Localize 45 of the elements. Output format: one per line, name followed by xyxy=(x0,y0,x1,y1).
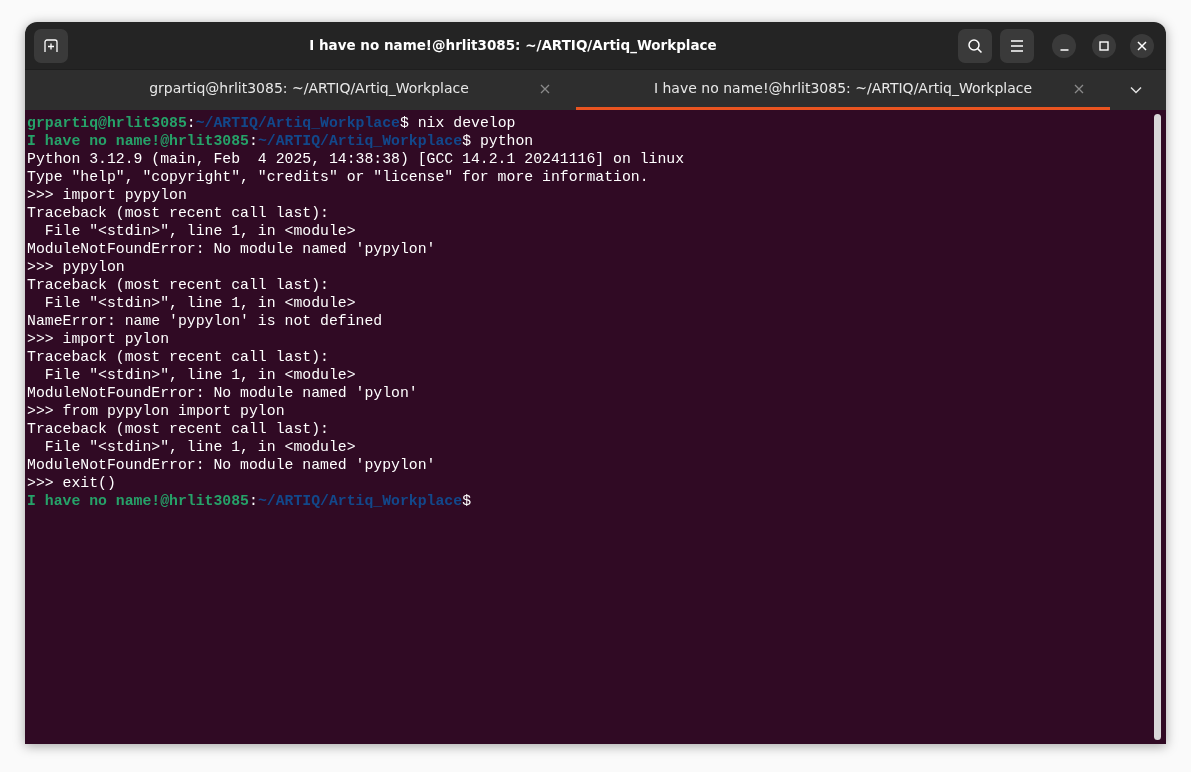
output-line: >>> exit() xyxy=(27,474,116,492)
close-button[interactable] xyxy=(1130,33,1154,58)
menu-icon xyxy=(1010,39,1024,52)
output-line: Traceback (most recent call last): xyxy=(27,276,329,294)
output-line: Type "help", "copyright", "credits" or "license" for more information. xyxy=(27,168,649,186)
output-line: ModuleNotFoundError: No module named 'pypylon' xyxy=(27,240,436,258)
output-line: File "<stdin>", line 1, in <module> xyxy=(43,438,356,456)
tab-close-button[interactable] xyxy=(1074,83,1084,94)
new-tab-button[interactable] xyxy=(34,28,68,63)
output-line: File "<stdin>", line 1, in <module> xyxy=(43,222,356,240)
output-line: ModuleNotFoundError: No module named 'pylon' xyxy=(27,384,418,402)
prompt-line: I have no name!@hrlit3085:~/ARTIQ/Artiq_Workplace$ python xyxy=(27,132,534,150)
menu-button[interactable] xyxy=(1000,28,1034,63)
output-line: >>> pypylon xyxy=(27,258,125,276)
output-line: Traceback (most recent call last): xyxy=(27,204,329,222)
output-line: Python 3.12.9 (main, Feb 4 2025, 14:38:38) [GCC 14.2.1 20241116] on linux xyxy=(27,150,685,168)
new-tab-icon xyxy=(43,37,59,54)
output-line: NameError: name 'pypylon' is not defined xyxy=(27,312,383,330)
scrollbar-thumb[interactable] xyxy=(1154,114,1161,740)
search-button[interactable] xyxy=(958,28,992,63)
tab-close-button[interactable] xyxy=(540,83,550,94)
minimize-icon xyxy=(1059,48,1069,51)
output-line: Traceback (most recent call last): xyxy=(27,348,329,366)
output-line: >>> import pypylon xyxy=(27,186,187,204)
minimize-button[interactable] xyxy=(1052,33,1076,58)
output-line: >>> import pylon xyxy=(27,330,170,348)
tab-label: I have no name!@hrlit3085: ~/ARTIQ/Artiq_Workplace xyxy=(653,79,1033,98)
prompt-line: I have no name!@hrlit3085:~/ARTIQ/Artiq_Workplace$ xyxy=(27,492,471,510)
output-line: File "<stdin>", line 1, in <module> xyxy=(43,294,356,312)
output-line: Traceback (most recent call last): xyxy=(27,420,329,438)
output-line: ModuleNotFoundError: No module named 'pypylon' xyxy=(27,456,436,474)
maximize-icon xyxy=(1099,40,1109,51)
close-icon xyxy=(1137,40,1147,51)
chevron-down-icon xyxy=(1130,86,1142,94)
tab-list-button[interactable] xyxy=(1130,86,1142,94)
close-icon xyxy=(1074,83,1084,94)
tab-label: grpartiq@hrlit3085: ~/ARTIQ/Artiq_Workplace xyxy=(149,79,469,98)
prompt-line: grpartiq@hrlit3085:~/ARTIQ/Artiq_Workplace$ nix develop xyxy=(27,114,516,132)
close-icon xyxy=(540,83,550,94)
maximize-button[interactable] xyxy=(1092,33,1116,58)
search-icon xyxy=(967,37,983,54)
output-line: File "<stdin>", line 1, in <module> xyxy=(43,366,356,384)
window-title: I have no name!@hrlit3085: ~/ARTIQ/Artiq_Workplace xyxy=(309,36,717,56)
terminal-tab[interactable]: grpartiq@hrlit3085: ~/ARTIQ/Artiq_Workplace xyxy=(42,70,576,110)
output-line: >>> from pypylon import pylon xyxy=(27,402,285,420)
